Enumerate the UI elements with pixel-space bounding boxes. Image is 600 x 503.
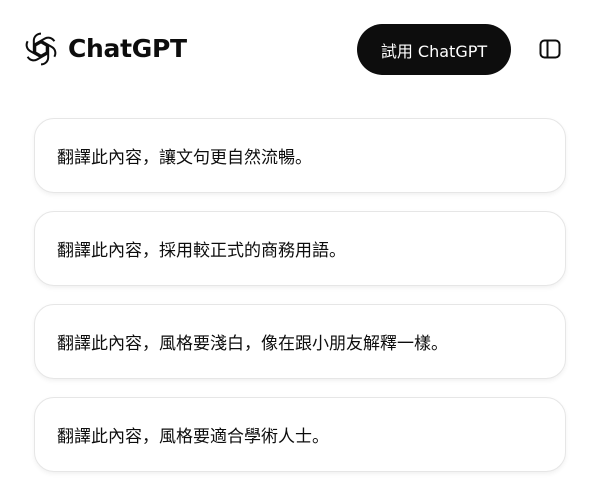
try-chatgpt-button[interactable]: 試用 ChatGPT bbox=[357, 24, 511, 75]
suggestion-child-friendly-translation[interactable]: 翻譯此內容，風格要淺白，像在跟小朋友解釋一樣。 bbox=[34, 304, 566, 379]
suggestion-natural-translation[interactable]: 翻譯此內容，讓文句更自然流暢。 bbox=[34, 118, 566, 193]
suggestion-academic-translation[interactable]: 翻譯此內容，風格要適合學術人士。 bbox=[34, 397, 566, 472]
openai-logo-icon bbox=[20, 28, 62, 70]
top-bar: ChatGPT 試用 ChatGPT bbox=[0, 0, 600, 100]
brand-name: ChatGPT bbox=[68, 34, 187, 63]
translation-suggestions-list: 翻譯此內容，讓文句更自然流暢。 翻譯此內容，採用較正式的商務用語。 翻譯此內容，… bbox=[34, 118, 566, 490]
brand-logo-link[interactable]: ChatGPT bbox=[20, 27, 187, 71]
suggestion-formal-business-translation[interactable]: 翻譯此內容，採用較正式的商務用語。 bbox=[34, 211, 566, 286]
sidebar-toggle-button[interactable] bbox=[532, 32, 568, 68]
sidebar-toggle-icon bbox=[538, 37, 562, 64]
